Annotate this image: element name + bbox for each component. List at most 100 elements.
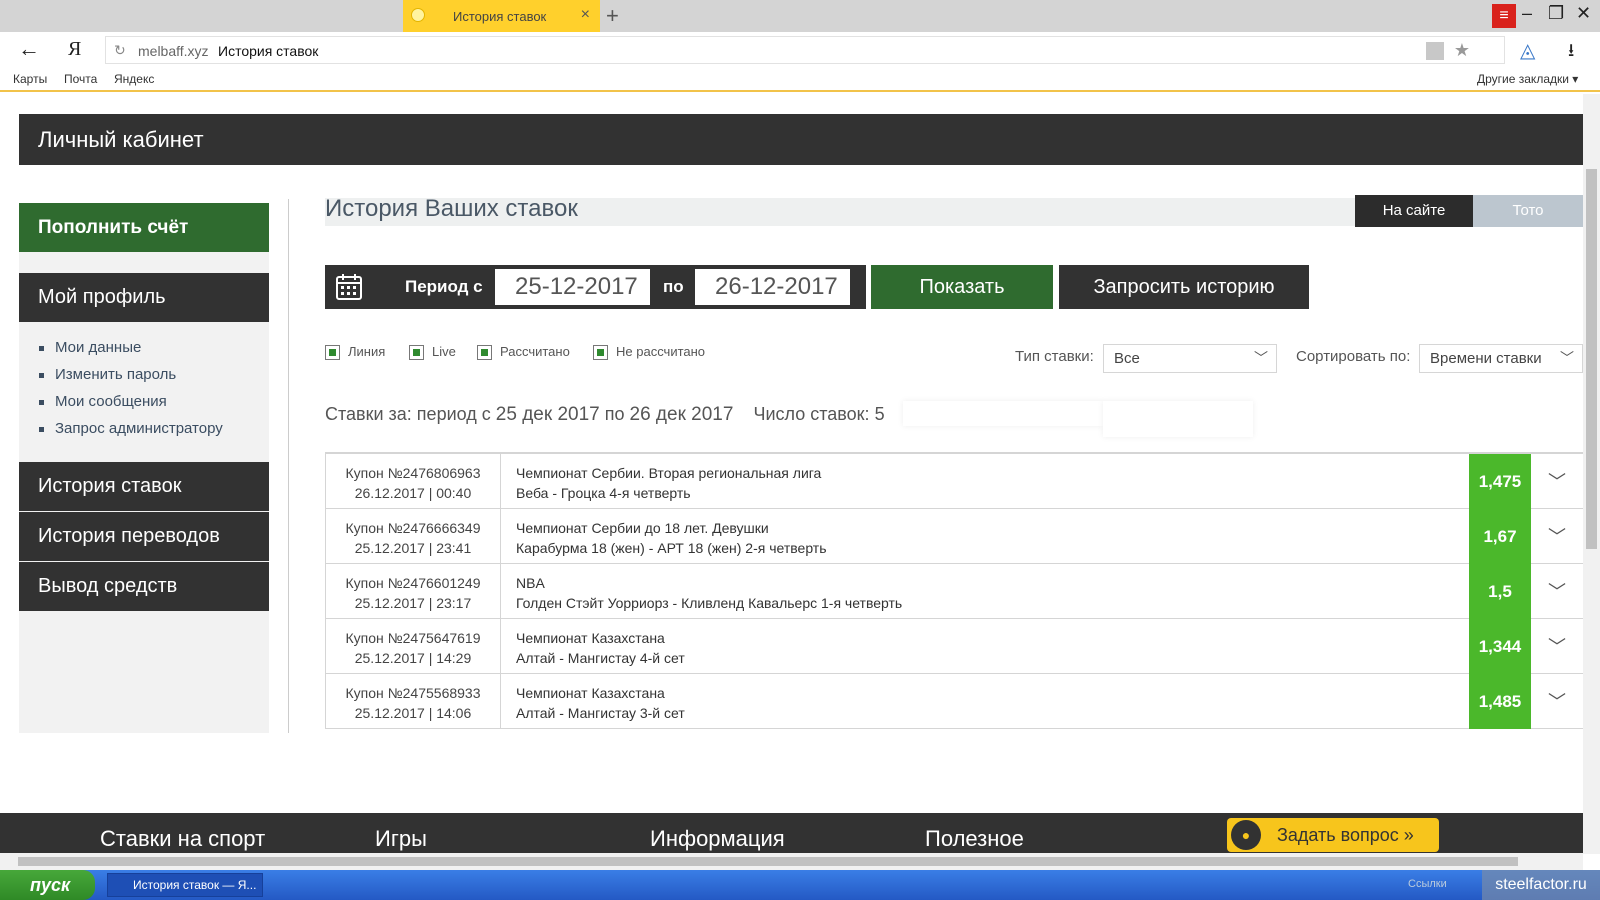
content-divider bbox=[288, 199, 289, 733]
table-row[interactable]: Купон №2475568933 25.12.2017 | 14:06 Чемп… bbox=[325, 674, 1583, 729]
date-to-input[interactable] bbox=[695, 269, 850, 305]
bookmark-mail[interactable]: Почта bbox=[64, 72, 97, 86]
download-icon[interactable]: ⭳ bbox=[1568, 38, 1574, 68]
footer-games[interactable]: Игры bbox=[375, 826, 427, 852]
tab-strip: История ставок × + ≡ – ❐ ✕ bbox=[0, 0, 1600, 32]
request-history-button[interactable]: Запросить историю bbox=[1059, 265, 1309, 309]
bet-odds: 1,475 bbox=[1469, 454, 1531, 509]
bookmark-star-icon[interactable]: ★ bbox=[1454, 40, 1470, 61]
sidebar-link-change-password[interactable]: Изменить пароль bbox=[39, 361, 223, 388]
expand-chevron-icon[interactable]: ﹀ bbox=[1548, 633, 1566, 659]
protect-icon[interactable] bbox=[1426, 42, 1444, 60]
close-tab-icon[interactable]: × bbox=[581, 6, 590, 24]
table-row[interactable]: Купон №2476806963 26.12.2017 | 00:40 Чемп… bbox=[325, 454, 1583, 509]
sidebar-item-withdraw[interactable]: Вывод средств bbox=[19, 562, 269, 611]
tray-links[interactable]: Ссылки bbox=[1408, 878, 1447, 890]
bookmark-maps[interactable]: Карты bbox=[13, 72, 47, 86]
horizontal-scrollbar[interactable] bbox=[0, 853, 1583, 870]
footer-info[interactable]: Информация bbox=[650, 826, 785, 852]
sidebar-link-my-data[interactable]: Мои данные bbox=[39, 334, 223, 361]
os-taskbar: пуск История ставок — Я... Ссылки steelf… bbox=[0, 870, 1600, 900]
filter-unsettled[interactable]: Не рассчитано bbox=[593, 344, 705, 361]
checkbox-checked-icon[interactable] bbox=[409, 345, 424, 361]
bet-event-cell: Чемпионат Сербии. Вторая региональная ли… bbox=[516, 463, 821, 503]
url-field[interactable]: ↻ melbaff.xyz История ставок ★ bbox=[105, 36, 1505, 64]
expand-chevron-icon[interactable]: ﹀ bbox=[1548, 578, 1566, 604]
filter-line[interactable]: Линия bbox=[325, 344, 386, 361]
page-viewport: Личный кабинет Пополнить счёт Мой профил… bbox=[0, 94, 1583, 854]
taskbar-window-button[interactable]: История ставок — Я... bbox=[107, 873, 263, 897]
summary-count-label: Число ставок: bbox=[753, 404, 870, 424]
date-from-input[interactable] bbox=[495, 269, 650, 305]
summary-from: 25 дек 2017 bbox=[495, 404, 600, 425]
redacted-area bbox=[1103, 401, 1253, 437]
reload-icon[interactable]: ↻ bbox=[114, 42, 126, 59]
sort-select[interactable]: Времени ставки ﹀ bbox=[1419, 344, 1583, 373]
bookmarks-bar: Карты Почта Яндекс Другие закладки ▾ bbox=[0, 68, 1600, 92]
coupon-datetime: 25.12.2017 | 23:17 bbox=[354, 595, 472, 611]
footer-useful[interactable]: Полезное bbox=[925, 826, 1024, 852]
ask-question-button[interactable]: ● Задать вопрос » bbox=[1227, 818, 1439, 852]
close-window-icon[interactable]: ✕ bbox=[1576, 3, 1591, 24]
table-row[interactable]: Купон №2476666349 25.12.2017 | 23:41 Чемп… bbox=[325, 509, 1583, 564]
table-row[interactable]: Купон №2475647619 25.12.2017 | 14:29 Чемп… bbox=[325, 619, 1583, 674]
sidebar-item-transfer-history[interactable]: История переводов bbox=[19, 512, 269, 561]
summary-count: 5 bbox=[874, 404, 885, 424]
sidebar-item-bet-history[interactable]: История ставок bbox=[19, 462, 269, 511]
bet-event-cell: NBA Голден Стэйт Уорриорз - Кливленд Кава… bbox=[516, 573, 902, 613]
coupon-number: Купон №2476666349 bbox=[345, 520, 481, 536]
ask-question-label: Задать вопрос bbox=[1277, 825, 1399, 845]
coupon-datetime: 25.12.2017 | 23:41 bbox=[354, 540, 472, 556]
bet-league: Чемпионат Сербии. Вторая региональная ли… bbox=[516, 465, 822, 481]
page-header: Личный кабинет bbox=[19, 114, 1583, 165]
start-button[interactable]: пуск bbox=[0, 870, 95, 900]
sidebar-link-messages[interactable]: Мои сообщения bbox=[39, 388, 223, 415]
bet-league: Чемпионат Казахстана bbox=[516, 630, 665, 646]
other-bookmarks[interactable]: Другие закладки ▾ bbox=[1477, 72, 1578, 86]
bet-event-cell: Чемпионат Казахстана Алтай - Мангистау 3-… bbox=[516, 683, 685, 723]
filter-live-label: Live bbox=[432, 344, 456, 359]
chevron-up-icon: » bbox=[1403, 825, 1414, 845]
bet-coupon-cell: Купон №2476601249 25.12.2017 | 23:17 bbox=[326, 564, 501, 618]
profile-links: Мои данные Изменить пароль Мои сообщения… bbox=[39, 334, 223, 442]
expand-chevron-icon[interactable]: ﹀ bbox=[1548, 523, 1566, 549]
expand-chevron-icon[interactable]: ﹀ bbox=[1548, 468, 1566, 494]
bookmark-yandex[interactable]: Яндекс bbox=[114, 72, 154, 86]
bet-odds: 1,5 bbox=[1469, 564, 1531, 619]
browser-tab[interactable]: История ставок × bbox=[403, 0, 600, 32]
filter-line-label: Линия bbox=[348, 344, 386, 359]
browser-menu-icon[interactable]: ≡ bbox=[1492, 4, 1516, 28]
vertical-scrollbar[interactable] bbox=[1583, 94, 1600, 854]
sidebar-item-profile[interactable]: Мой профиль bbox=[19, 273, 269, 322]
extension-icon[interactable]: ◬ bbox=[1520, 38, 1535, 63]
bet-odds: 1,485 bbox=[1469, 674, 1531, 729]
coupon-datetime: 26.12.2017 | 00:40 bbox=[354, 485, 472, 501]
expand-chevron-icon[interactable]: ﹀ bbox=[1548, 688, 1566, 714]
checkbox-checked-icon[interactable] bbox=[325, 345, 340, 361]
tab-on-site[interactable]: На сайте bbox=[1355, 195, 1473, 227]
scroll-thumb[interactable] bbox=[18, 857, 1518, 866]
coupon-datetime: 25.12.2017 | 14:06 bbox=[354, 705, 472, 721]
deposit-button[interactable]: Пополнить счёт bbox=[19, 203, 269, 252]
yandex-logo-icon[interactable]: Я bbox=[68, 38, 81, 61]
summary-to: 26 дек 2017 bbox=[629, 404, 734, 425]
table-row[interactable]: Купон №2476601249 25.12.2017 | 23:17 NBA Г… bbox=[325, 564, 1583, 619]
bet-type-select[interactable]: Все ﹀ bbox=[1103, 344, 1277, 373]
new-tab-icon[interactable]: + bbox=[606, 3, 619, 29]
checkbox-checked-icon[interactable] bbox=[477, 345, 492, 361]
restore-icon[interactable]: ❐ bbox=[1548, 3, 1564, 24]
checkbox-checked-icon[interactable] bbox=[593, 345, 608, 361]
bet-odds: 1,344 bbox=[1469, 619, 1531, 674]
show-button[interactable]: Показать bbox=[871, 265, 1053, 309]
footer-sports[interactable]: Ставки на спорт bbox=[100, 826, 265, 852]
minimize-icon[interactable]: – bbox=[1522, 3, 1532, 24]
back-arrow-icon[interactable]: ← bbox=[18, 36, 40, 62]
bet-match: Алтай - Мангистау 4-й сет bbox=[516, 650, 685, 666]
scroll-thumb[interactable] bbox=[1586, 169, 1597, 549]
filter-settled[interactable]: Рассчитано bbox=[477, 344, 570, 361]
tab-toto[interactable]: Тото bbox=[1473, 195, 1583, 227]
url-page-title: История ставок bbox=[218, 43, 319, 59]
calendar-icon[interactable] bbox=[335, 273, 363, 301]
sidebar-link-admin-request[interactable]: Запрос администратору bbox=[39, 415, 223, 442]
filter-live[interactable]: Live bbox=[409, 344, 456, 361]
